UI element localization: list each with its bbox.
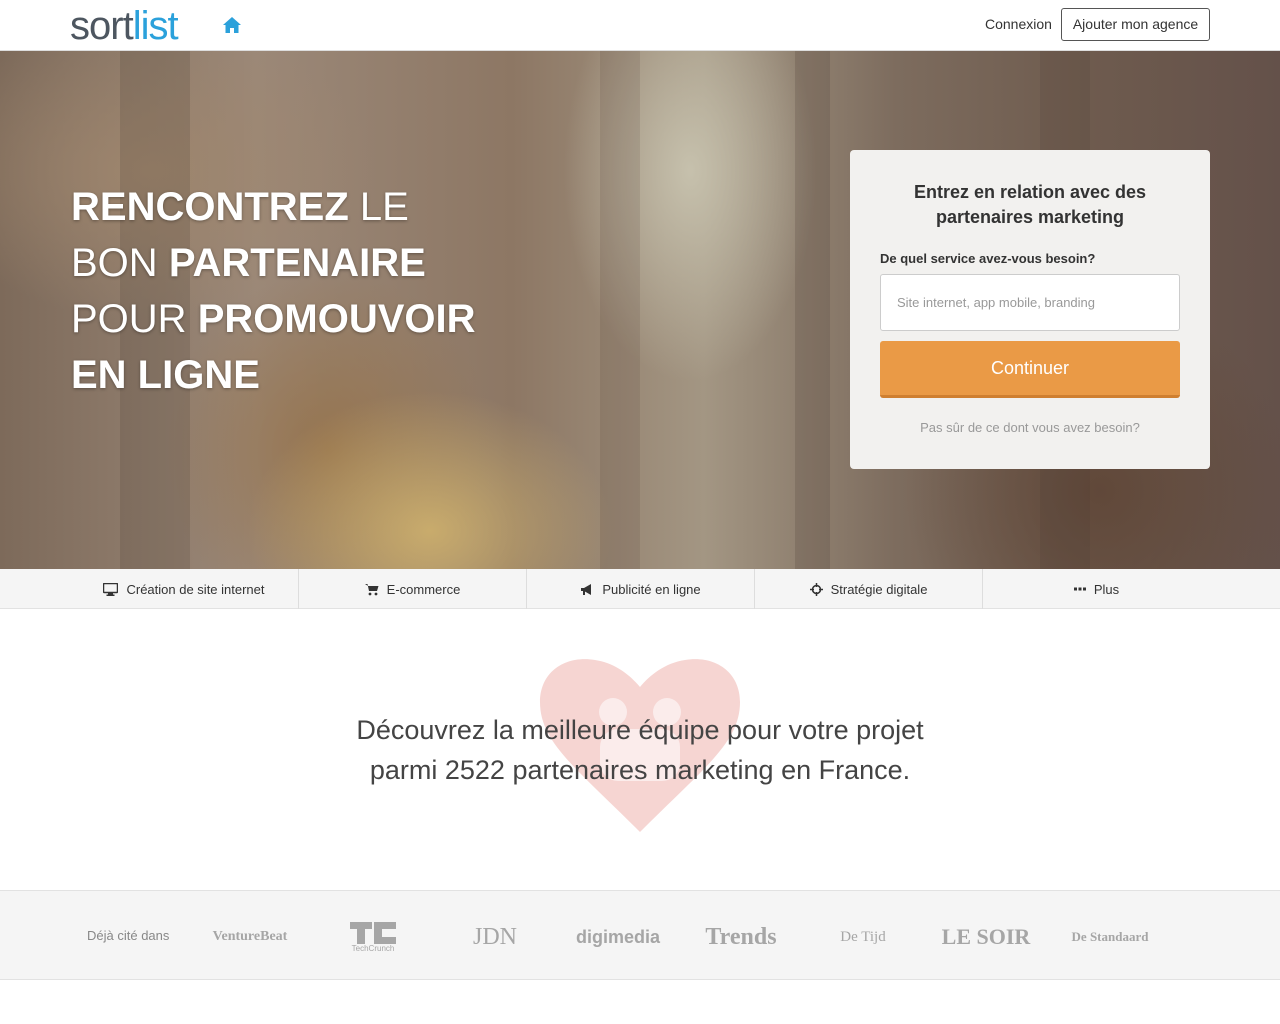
add-agency-button[interactable]: Ajouter mon agence [1061,8,1210,41]
category-more[interactable]: Plus [983,569,1210,609]
crosshair-icon [809,582,823,596]
megaphone-icon [581,583,592,595]
search-card: Entrez en relation avec des partenaires … [850,150,1210,469]
jdn-logo: JDN [472,923,517,950]
press-label: Déjà cité dans [87,928,170,943]
headline-word: PROMOUVOIR [197,297,476,341]
not-sure-link[interactable]: Pas sûr de ce dont vous avez besoin? [880,420,1180,435]
cart-icon [364,583,379,595]
headline-word: BON [71,241,158,285]
category-label: E-commerce [386,581,461,597]
headline-word: EN LIGNE [71,353,260,397]
de-tijd-logo: De Tijd [840,928,886,945]
top-navbar: sortlist Connexion Ajouter mon agence [0,0,1280,51]
category-bar: Création de site internet E-commerce Pub… [0,569,1280,609]
headline-word: POUR [71,297,187,341]
home-icon[interactable] [222,15,242,35]
card-title: Entrez en relation avec des partenaires … [913,182,1147,227]
discover-line2: parmi 2522 partenaires marketing en Fran… [369,755,911,785]
venturebeat-logo: VentureBeat [212,929,288,944]
login-link[interactable]: Connexion [985,16,1052,32]
hero-headline: RENCONTREZ LE BON PARTENAIRE POUR PROMOU… [71,179,531,403]
category-label: Création de site internet [126,581,265,597]
category-digital-strategy[interactable]: Stratégie digitale [755,569,983,609]
category-online-ads[interactable]: Publicité en ligne [527,569,755,609]
monitor-icon [103,582,119,596]
category-web-design[interactable]: Création de site internet [70,569,299,609]
headline-word: PARTENAIRE [168,241,426,285]
service-field-label: De quel service avez-vous besoin? [880,251,1096,266]
ellipsis-icon [1073,587,1086,591]
headline-word: RENCONTREZ [71,185,349,229]
le-soir-logo: LE SOIR [941,924,1031,949]
discover-line1: Découvrez la meilleure équipe pour votre… [356,715,924,745]
techcrunch-logo: TechCrunch [330,917,416,957]
headline-word: LE [359,185,409,229]
logo-text-part2: list [132,4,179,48]
category-label: Publicité en ligne [602,581,701,597]
discover-heading: Découvrez la meilleure équipe pour votre… [290,710,990,790]
digimedia-logo: digimedia [575,926,660,947]
service-search-input[interactable] [880,274,1180,331]
de-standaard-logo: De Standaard [1071,929,1149,944]
sortlist-logo[interactable]: sortlist [70,4,179,48]
trends-logo: Trends [705,923,777,950]
hero-bg-shape [795,51,830,569]
hero-bg-shape [600,51,640,569]
hero-section: RENCONTREZ LE BON PARTENAIRE POUR PROMOU… [0,51,1280,569]
category-label: Plus [1093,581,1120,597]
discover-section: Découvrez la meilleure équipe pour votre… [0,609,1280,890]
techcrunch-logo-text: TechCrunch [351,943,395,953]
category-ecommerce[interactable]: E-commerce [299,569,527,609]
continue-button[interactable]: Continuer [880,341,1180,398]
category-label: Stratégie digitale [830,581,928,597]
logo-text-part1: sort [70,4,134,48]
press-section: Déjà cité dans VentureBeat TechCrunch JD… [0,890,1280,980]
techcrunch-mark-icon [350,921,396,944]
